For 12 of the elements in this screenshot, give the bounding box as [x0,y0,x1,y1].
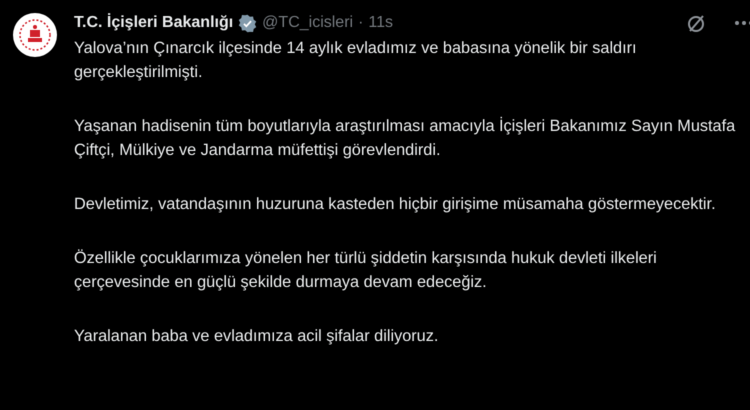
tweet-paragraph: Yalova’nın Çınarcık ilçesinde 14 aylık evladımız ve babasına yönelik bir saldırı gerçekleştirilmişti. [74,38,638,83]
author-handle[interactable]: @TC_icisleri [262,14,354,32]
more-icon[interactable] [734,20,750,26]
tweet-paragraph: Yaralanan baba ve evladımıza acil şifalar diliyoruz. [74,326,440,347]
avatar[interactable] [12,12,58,58]
timestamp[interactable]: 11s [368,14,394,32]
author-name[interactable]: T.C. İçişleri Bakanlığı [74,14,234,32]
tweet-paragraph: Yaşanan hadisenin tüm boyutlarıyla araştırılması amacıyla İçişleri Bakanımız Sayın Mustafa Çiftçi, Mülkiye ve Jandarma müfettişi görevlendirdi. [74,116,736,161]
tweet-paragraph: Özellikle çocuklarımıza yönelen her türlü şiddetin karşısında hukuk devleti ilkeleri çerçevesinde en güçlü şekilde durmaya devam edeceğiz. [74,248,658,293]
separator: · [358,14,364,32]
tweet-paragraph: Devletimiz, vatandaşının huzuruna kasteden hiçbir girişime müsamaha göstermeyecektir. [74,194,717,215]
emblem-icon [12,12,58,58]
